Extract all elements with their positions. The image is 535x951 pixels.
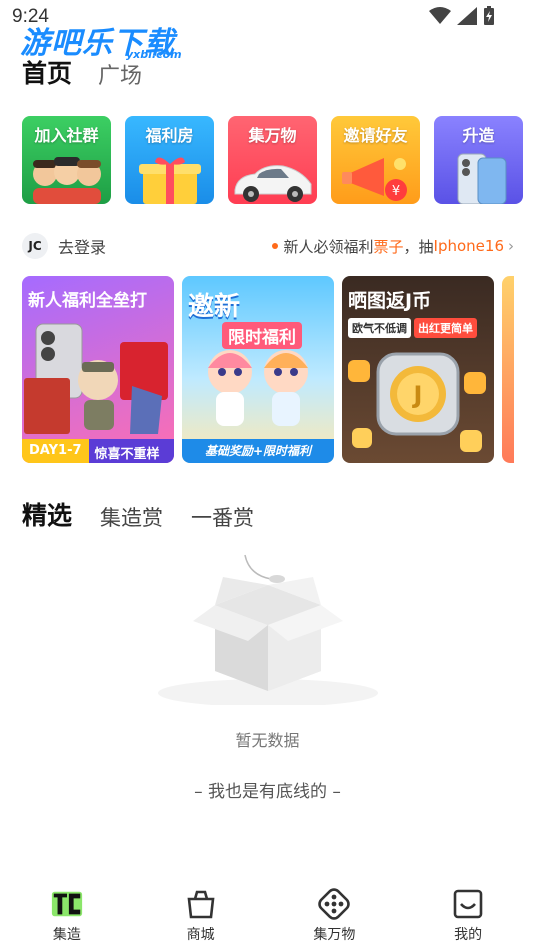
nav-label: 我的: [454, 927, 483, 943]
notice-highlight-tickets: 票子: [373, 237, 404, 256]
banner-tag-easy: 出红更简单: [414, 318, 477, 338]
login-row: JC 去登录 新人必领福利 票子 ，抽 Iphone16 ›: [22, 232, 514, 260]
tile-label: 升造: [462, 126, 495, 145]
tile-upgrade[interactable]: 升造: [434, 116, 523, 204]
banner-title: 晒图返J币: [348, 290, 432, 312]
banner-new-user[interactable]: 新人福利全垒打 DAY1-7 惊喜不重样: [22, 276, 174, 463]
tile-label: 邀请好友: [343, 126, 408, 145]
banner-next-peek[interactable]: [502, 276, 514, 463]
profile-box-icon: [451, 888, 485, 920]
nav-me[interactable]: 我的: [401, 881, 535, 951]
content-tabs: 精选 集造赏 一番赏: [22, 496, 254, 532]
tile-welfare-room[interactable]: 福利房: [125, 116, 214, 204]
tile-join-community[interactable]: 加入社群: [22, 116, 111, 204]
megaphone-image: ¥: [331, 148, 420, 204]
empty-state: 暂无数据 – 我也是有底线的 –: [0, 545, 535, 802]
figures-image: [22, 148, 111, 204]
notice-prefix: 新人必领福利: [283, 237, 374, 256]
empty-message: 暂无数据: [235, 731, 300, 750]
tab-ichiban-reward[interactable]: 一番赏: [191, 502, 254, 532]
app-logo-icon: JC: [22, 233, 48, 259]
chevron-right-icon: ›: [508, 237, 514, 255]
banner-share-photos[interactable]: 晒图返J币 欧气不低调 出红更简单 J: [342, 276, 494, 463]
signal-icon: [457, 7, 477, 25]
end-of-list-text: – 我也是有底线的 –: [194, 782, 341, 802]
notice-highlight-iphone: Iphone16: [433, 237, 504, 255]
login-link[interactable]: 去登录: [58, 234, 106, 258]
banner-title: 邀新: [188, 292, 241, 322]
svg-text:¥: ¥: [391, 184, 399, 199]
nav-jizao[interactable]: 集造: [0, 881, 134, 951]
banner-tag-luck: 欧气不低调: [348, 318, 411, 338]
nav-label: 集万物: [313, 927, 356, 943]
collectibles-image: [24, 323, 168, 434]
tab-jizao-reward[interactable]: 集造赏: [100, 502, 163, 532]
banner-tag-surprise: 惊喜不重样: [88, 439, 174, 463]
banner-invite[interactable]: 邀新 限时福利 基础奖励+限时福利: [182, 276, 334, 463]
notice-dot-icon: [271, 243, 278, 249]
bottom-nav: 集造 商城 集万物 我的: [0, 881, 535, 951]
tile-label: 加入社群: [34, 126, 99, 145]
banner-title: 新人福利全垒打: [28, 291, 147, 311]
status-icons: [429, 6, 495, 26]
tile-label: 集万物: [248, 126, 297, 145]
nav-label: 集造: [52, 927, 81, 943]
car-image: [228, 148, 317, 204]
tile-invite-friends[interactable]: 邀请好友 ¥: [331, 116, 420, 204]
nav-collect-all[interactable]: 集万物: [268, 881, 402, 951]
banner-tag-day: DAY1-7: [22, 439, 89, 463]
empty-box-icon: [157, 554, 378, 707]
battery-icon: [484, 6, 494, 25]
shopping-bag-icon: [184, 888, 218, 920]
header-tabs: 首页 广场: [22, 54, 142, 90]
phone-image: [434, 148, 523, 204]
tab-featured[interactable]: 精选: [22, 496, 73, 532]
tile-label: 福利房: [145, 126, 194, 145]
tab-home[interactable]: 首页: [22, 54, 73, 90]
nav-label: 商城: [186, 927, 215, 943]
dolls-image: [208, 350, 308, 426]
banner-footer: 基础奖励+限时福利: [182, 439, 334, 463]
wifi-icon: [429, 7, 451, 24]
quick-tiles: 加入社群 福利房 集万物 邀请好友 ¥ 升造: [22, 116, 523, 204]
gift-box-image: [125, 148, 214, 204]
new-user-notice[interactable]: 新人必领福利 票子 ，抽 Iphone16 ›: [271, 236, 514, 257]
svg-text:J: J: [412, 381, 423, 409]
nav-mall[interactable]: 商城: [134, 881, 268, 951]
diamond-grid-icon: [317, 888, 351, 920]
promo-banners: 新人福利全垒打 DAY1-7 惊喜不重样 邀新 限时福利 基础奖励+限时福利 晒…: [22, 276, 514, 463]
coin-image: J: [348, 352, 486, 452]
tab-square[interactable]: 广场: [98, 58, 142, 90]
notice-middle: ，抽: [403, 237, 434, 256]
tile-collect-all[interactable]: 集万物: [228, 116, 317, 204]
jc-logo-icon: [50, 888, 84, 920]
